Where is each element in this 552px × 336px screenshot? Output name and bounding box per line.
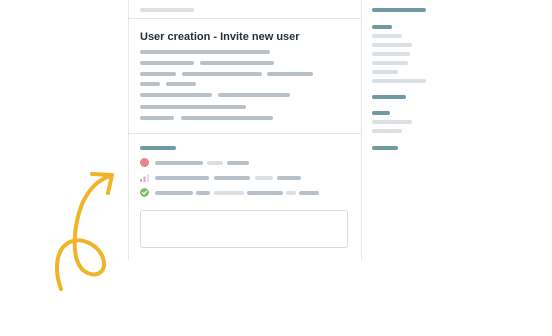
annotation-arrow-icon: [54, 172, 114, 291]
